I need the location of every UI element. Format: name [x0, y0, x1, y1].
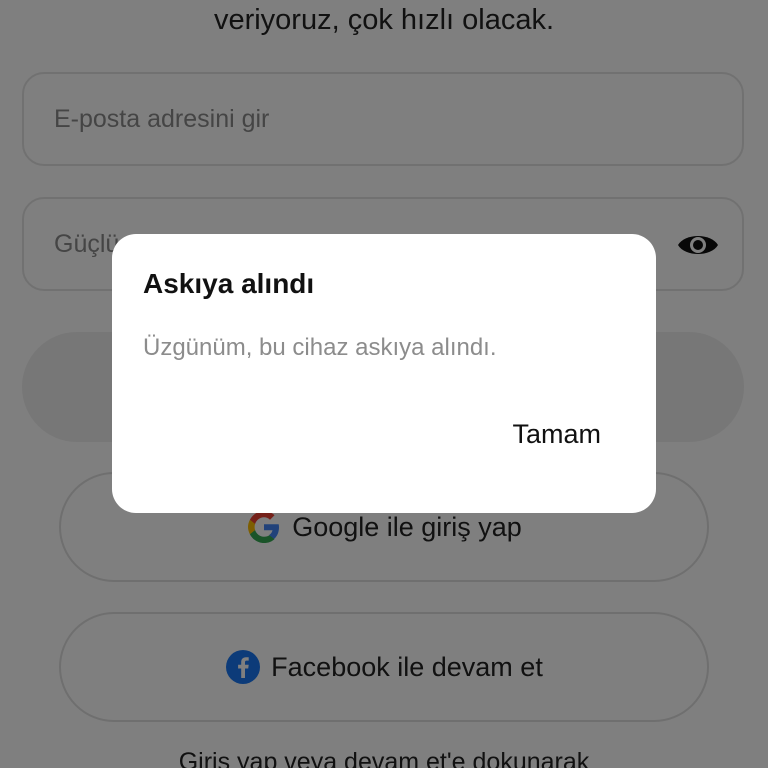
- dialog-title: Askıya alındı: [143, 268, 315, 299]
- suspended-dialog: Askıya alındı Üzgünüm, bu cihaz askıya a…: [112, 234, 656, 513]
- dialog-message: Üzgünüm, bu cihaz askıya alındı.: [143, 334, 497, 361]
- signup-screen: veriyoruz, çok hızlı olacak. E-posta adr…: [0, 0, 768, 768]
- ok-button[interactable]: Tamam: [512, 419, 601, 450]
